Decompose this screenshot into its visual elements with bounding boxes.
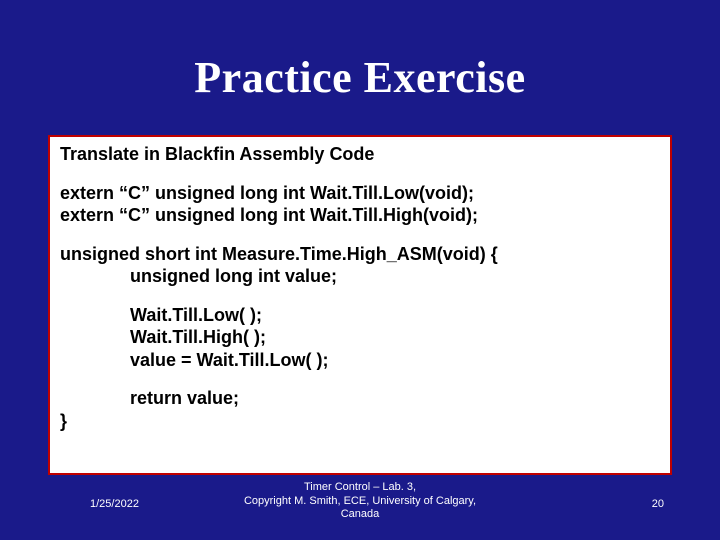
- slide: Practice Exercise Translate in Blackfin …: [0, 0, 720, 540]
- code-assign: value = Wait.Till.Low( );: [60, 349, 660, 372]
- code-extern-1: extern “C” unsigned long int Wait.Till.L…: [60, 182, 660, 205]
- code-close-brace: }: [60, 410, 660, 433]
- footer: 1/25/2022 Timer Control – Lab. 3, Copyri…: [0, 488, 720, 528]
- blank-line: [60, 371, 660, 387]
- exercise-instruction: Translate in Blackfin Assembly Code: [60, 143, 660, 166]
- footer-line-2: Copyright M. Smith, ECE, University of C…: [244, 495, 476, 507]
- footer-line-1: Timer Control – Lab. 3,: [304, 481, 416, 493]
- code-var-decl: unsigned long int value;: [60, 265, 660, 288]
- blank-line: [60, 288, 660, 304]
- slide-title: Practice Exercise: [0, 52, 720, 103]
- footer-page-number: 20: [652, 498, 664, 510]
- code-return: return value;: [60, 387, 660, 410]
- content-box: Translate in Blackfin Assembly Code exte…: [48, 135, 672, 475]
- code-fn-decl: unsigned short int Measure.Time.High_ASM…: [60, 243, 660, 266]
- code-extern-2: extern “C” unsigned long int Wait.Till.H…: [60, 204, 660, 227]
- footer-attribution: Timer Control – Lab. 3, Copyright M. Smi…: [0, 481, 720, 522]
- code-call-2: Wait.Till.High( );: [60, 326, 660, 349]
- blank-line: [60, 227, 660, 243]
- footer-line-3: Canada: [341, 508, 380, 520]
- code-call-1: Wait.Till.Low( );: [60, 304, 660, 327]
